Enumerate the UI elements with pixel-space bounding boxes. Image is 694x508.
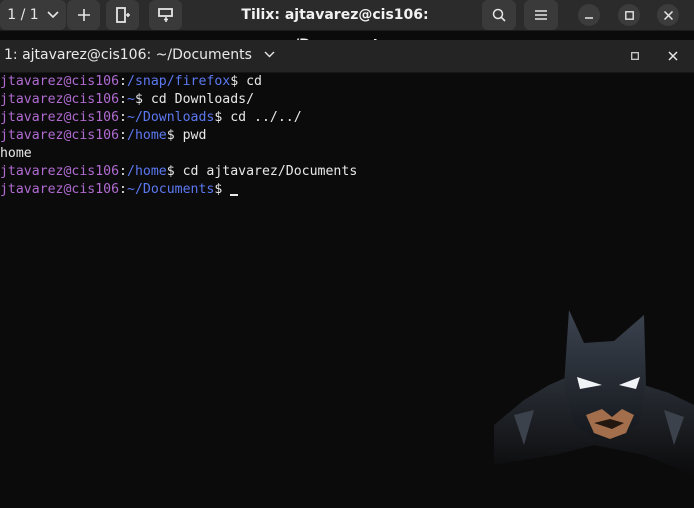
terminal-line: /home (0, 145, 32, 163)
plus-icon (77, 9, 90, 21)
prompt-user: ajtavarez@cis106 (0, 92, 120, 107)
command-text: $ cd ajtavarez/Documents (166, 164, 358, 179)
command-output: /home (0, 146, 32, 161)
terminal-line: ajtavarez@cis106:/home$ cd ajtavarez/Doc… (0, 163, 357, 181)
minimize-button[interactable] (578, 0, 600, 30)
session-switcher-button[interactable]: 1 / 1 (0, 0, 66, 30)
command-text: $ cd Downloads/ (134, 92, 255, 107)
add-session-button[interactable] (67, 0, 100, 30)
add-terminal-down-button[interactable] (149, 0, 182, 30)
prompt-user: ajtavarez@cis106 (0, 128, 120, 143)
close-icon (663, 10, 673, 20)
hamburger-menu-icon (535, 10, 547, 20)
session-counter: 1 / 1 (7, 7, 39, 23)
prompt-path: /home (127, 164, 167, 179)
minimize-icon (585, 11, 593, 19)
prompt-path: ~/Documents (127, 182, 215, 197)
command-text: $ cd (230, 74, 262, 89)
close-icon (668, 51, 678, 61)
maximize-button[interactable] (618, 0, 640, 30)
chevron-down-icon (264, 51, 275, 58)
prompt-path: /home (127, 128, 167, 143)
split-down-icon (157, 8, 174, 22)
terminal-line: ajtavarez@cis106:/home$ pwd (0, 127, 206, 145)
split-right-icon (115, 7, 130, 23)
maximize-icon (624, 10, 634, 20)
terminal-output[interactable]: ajtavarez@cis106:/snap/firefox$ cd ajtav… (0, 73, 694, 508)
close-window-button[interactable] (657, 0, 679, 30)
close-terminal-button[interactable] (666, 49, 680, 63)
prompt-separator: : (119, 92, 127, 107)
prompt-user: ajtavarez@cis106 (0, 164, 120, 179)
prompt-path: ~/Downloads (127, 110, 215, 125)
terminal-title-menu[interactable]: 1: ajtavarez@cis106: ~/Documents (4, 40, 275, 72)
prompt-user: ajtavarez@cis106 (0, 182, 120, 197)
prompt-user: ajtavarez@cis106 (0, 110, 120, 125)
prompt-separator: : (119, 128, 127, 143)
command-text: $ (214, 182, 231, 197)
maximize-icon (631, 52, 639, 60)
terminal-line: ajtavarez@cis106:/snap/firefox$ cd (0, 73, 262, 91)
maximize-terminal-button[interactable] (628, 49, 642, 63)
prompt-separator: : (119, 74, 127, 89)
prompt-separator: : (119, 164, 127, 179)
search-icon (492, 8, 506, 22)
prompt-separator: : (119, 182, 127, 197)
batman-wallpaper (494, 305, 694, 508)
command-text: $ cd ../../ (214, 110, 302, 125)
terminal-line: ajtavarez@cis106:~/Documents$ (0, 181, 239, 199)
add-terminal-right-button[interactable] (106, 0, 139, 30)
search-button[interactable] (482, 0, 516, 30)
prompt-separator: : (119, 110, 127, 125)
terminal-line: ajtavarez@cis106:~$ cd Downloads/ (0, 91, 254, 109)
command-text: $ pwd (166, 128, 207, 143)
terminal-title-bar: 1: ajtavarez@cis106: ~/Documents (0, 40, 694, 73)
window-title: Tilix: ajtavarez@cis106: ~/Documents (241, 7, 429, 53)
terminal-line: ajtavarez@cis106:~/Downloads$ cd ../../ (0, 109, 302, 127)
prompt-path: /snap/firefox (127, 74, 231, 89)
chevron-down-icon (47, 11, 59, 19)
text-cursor (230, 194, 239, 196)
prompt-user: ajtavarez@cis106 (0, 74, 120, 89)
main-menu-button[interactable] (524, 0, 558, 30)
terminal-title-label: 1: ajtavarez@cis106: ~/Documents (4, 47, 252, 63)
window-titlebar: 1 / 1 Tilix: ajtavarez@cis106: ~/Documen… (0, 0, 694, 53)
prompt-path: ~ (127, 92, 135, 107)
